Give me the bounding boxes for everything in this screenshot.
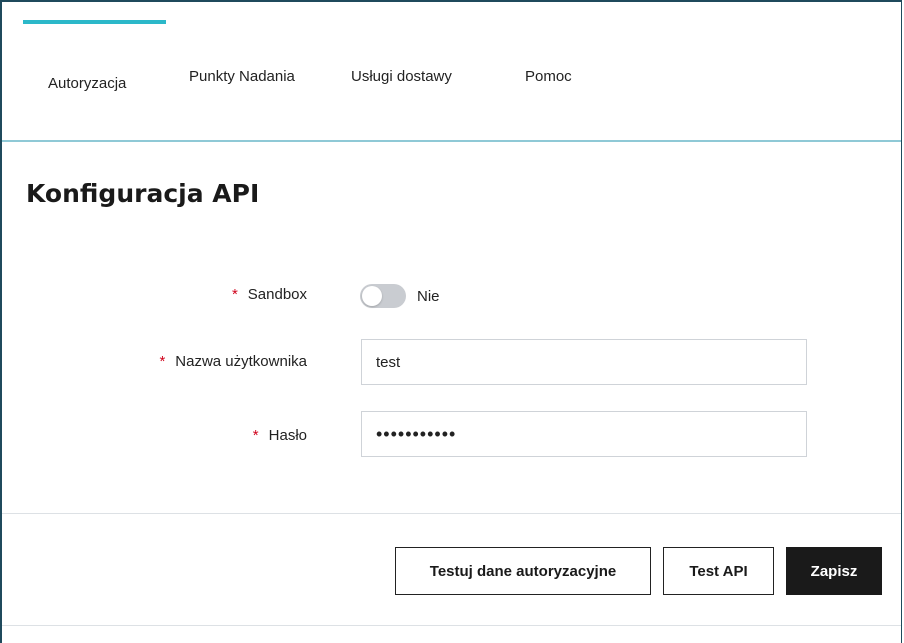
tab-bar: Autoryzacja Punkty Nadania Usługi dostaw… (2, 2, 901, 142)
password-input[interactable] (361, 411, 807, 457)
save-button[interactable]: Zapisz (786, 547, 882, 595)
toggle-knob (362, 286, 382, 306)
sandbox-toggle[interactable] (360, 284, 406, 308)
password-label: * Hasło (253, 427, 307, 444)
username-input[interactable] (361, 339, 807, 385)
tab-uslugi-dostawy[interactable]: Usługi dostawy (351, 68, 452, 85)
username-label-text: Nazwa użytkownika (175, 353, 307, 370)
settings-panel: Autoryzacja Punkty Nadania Usługi dostaw… (0, 0, 902, 643)
tab-punkty-nadania[interactable]: Punkty Nadania (189, 68, 295, 85)
sandbox-label-text: Sandbox (247, 286, 307, 303)
tab-autoryzacja[interactable]: Autoryzacja (22, 20, 167, 92)
page-title: Konfiguracja API (26, 179, 260, 208)
sandbox-label: * Sandbox (232, 286, 307, 303)
password-label-text: Hasło (268, 427, 307, 444)
required-marker: * (159, 353, 166, 370)
tab-pomoc[interactable]: Pomoc (525, 68, 572, 85)
test-api-button[interactable]: Test API (663, 547, 774, 595)
sandbox-state-text: Nie (417, 288, 440, 305)
required-marker: * (231, 286, 238, 303)
username-label: * Nazwa użytkownika (159, 353, 307, 370)
required-marker: * (252, 427, 259, 444)
test-auth-button[interactable]: Testuj dane autoryzacyjne (395, 547, 651, 595)
form-footer: Testuj dane autoryzacyjne Test API Zapis… (2, 513, 901, 626)
